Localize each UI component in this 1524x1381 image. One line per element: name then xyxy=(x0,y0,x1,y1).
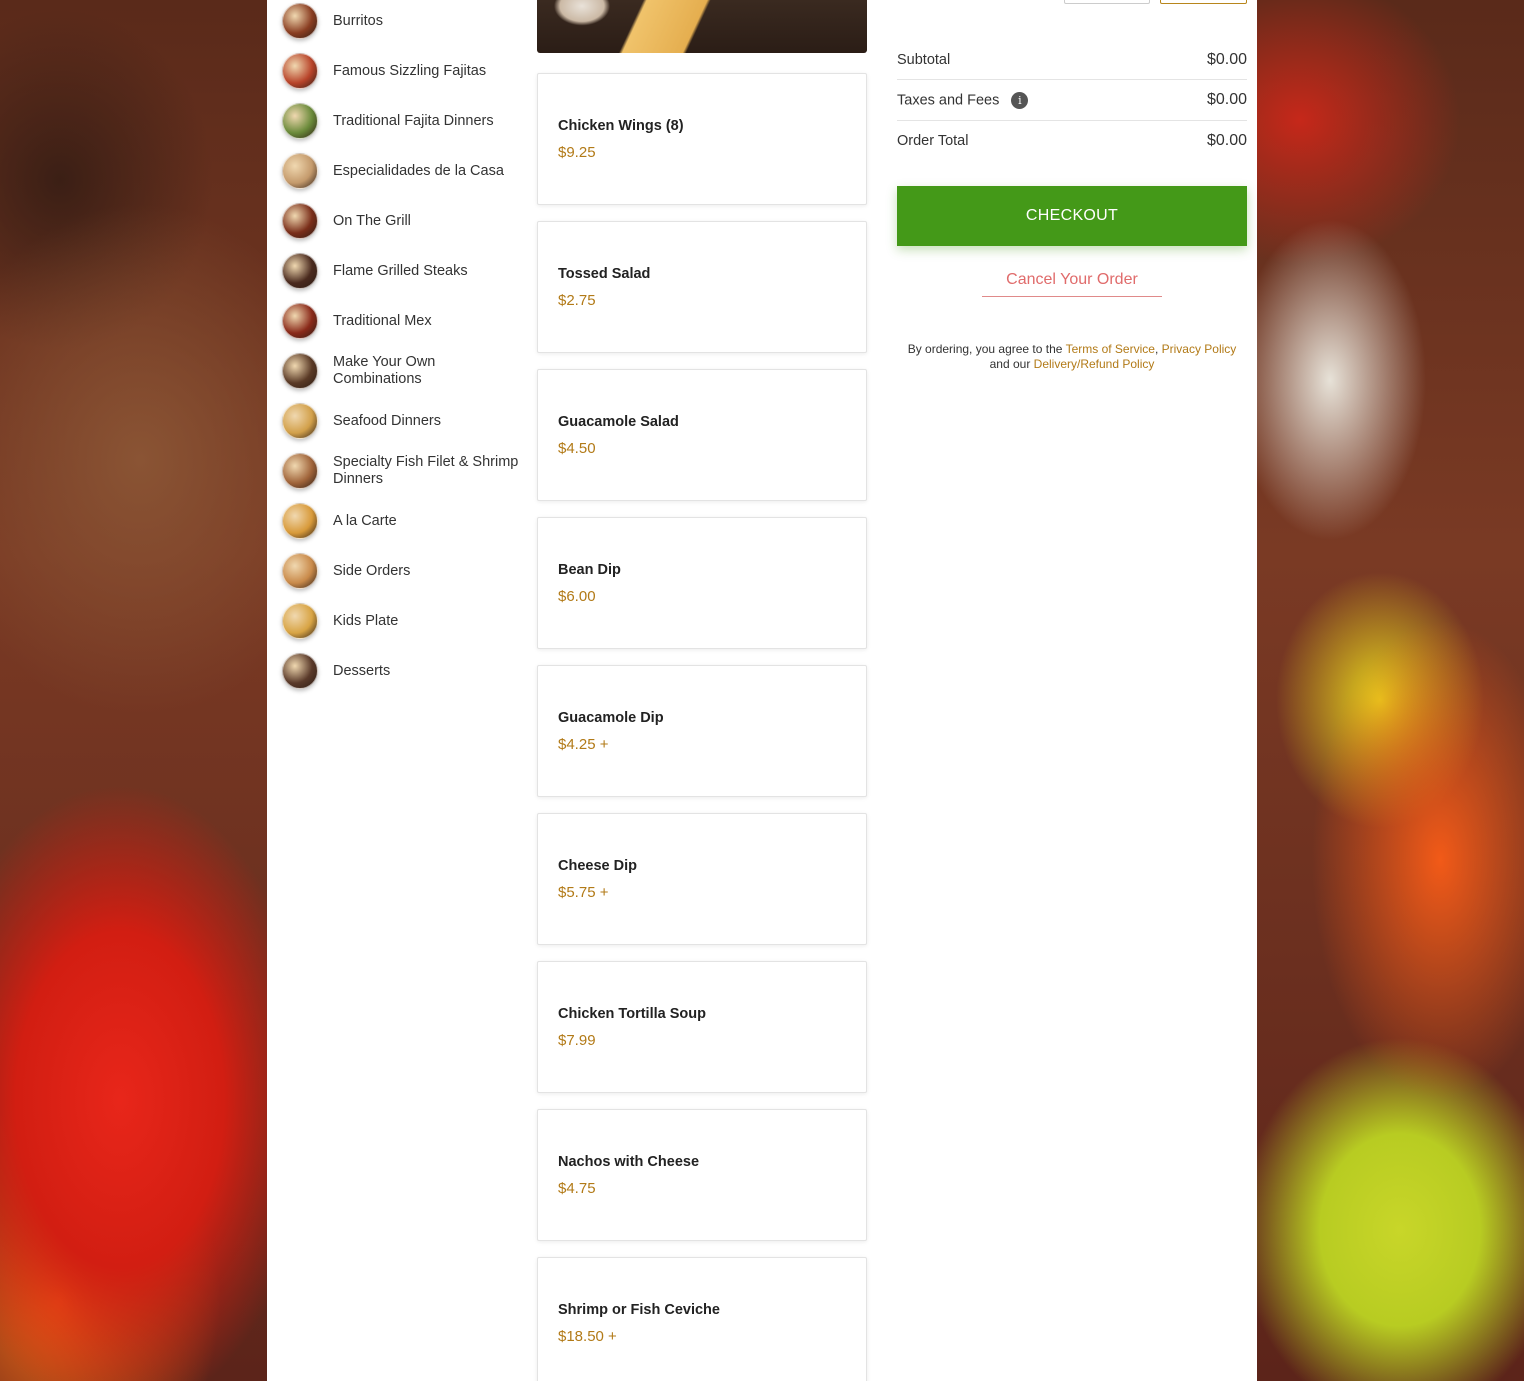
category-label: Seafood Dinners xyxy=(333,412,442,429)
menu-item-name: Chicken Wings (8) xyxy=(558,118,684,134)
terms-of-service-link[interactable]: Terms of Service xyxy=(1066,342,1155,356)
category-label: Especialidades de la Casa xyxy=(333,162,504,179)
category-label: Make Your Own Combinations xyxy=(333,354,436,387)
category-item[interactable]: Especialidades de la Casa xyxy=(281,146,521,196)
menu-item-name: Shrimp or Fish Ceviche xyxy=(558,1302,720,1318)
category-label: On The Grill xyxy=(333,212,411,229)
category-item[interactable]: Seafood Dinners xyxy=(281,396,521,446)
menu-item-name: Bean Dip xyxy=(558,562,621,578)
menu-item-card[interactable]: Nachos with Cheese $4.75 xyxy=(537,1109,867,1241)
subtotal-label: Subtotal xyxy=(897,52,951,68)
menu-item-name: Guacamole Dip xyxy=(558,710,664,726)
category-item[interactable]: Traditional Fajita Dinners xyxy=(281,96,521,146)
category-thumbnail xyxy=(282,153,318,189)
category-label: Kids Plate xyxy=(333,612,399,629)
category-label: Specialty Fish Filet & Shrimp Dinners xyxy=(333,454,519,487)
menu-item-price: $7.99 xyxy=(558,1032,596,1049)
category-label: Side Orders xyxy=(333,562,411,579)
menu-item-name: Cheese Dip xyxy=(558,858,637,874)
menu-item-card[interactable]: Shrimp or Fish Ceviche $18.50 + xyxy=(537,1257,867,1381)
menu-item-price: $18.50 + xyxy=(558,1328,617,1345)
category-item[interactable]: Traditional Mex xyxy=(281,296,521,346)
menu-item-card[interactable]: Bean Dip $6.00 xyxy=(537,517,867,649)
order-total-value: $0.00 xyxy=(1206,132,1247,149)
taxes-label: Taxes and Fees xyxy=(897,91,1000,108)
menu-item-price: $4.75 xyxy=(558,1180,596,1197)
category-thumbnail xyxy=(282,203,318,239)
menu-item-name: Tossed Salad xyxy=(558,266,651,282)
category-label: Famous Sizzling Fajitas xyxy=(333,62,487,79)
cancel-order-link[interactable]: Cancel Your Order xyxy=(982,271,1162,297)
legal-prefix: By ordering, you agree to the xyxy=(907,342,1066,356)
category-thumbnail xyxy=(282,3,318,39)
legal-separator: and our xyxy=(989,357,1034,371)
category-item[interactable]: Famous Sizzling Fajitas xyxy=(281,46,521,96)
category-thumbnail xyxy=(282,603,318,639)
menu-item-name: Guacamole Salad xyxy=(558,414,679,430)
category-thumbnail xyxy=(282,453,318,489)
category-label: A la Carte xyxy=(333,512,397,529)
category-label: Traditional Mex xyxy=(333,312,432,329)
menu-item-price: $4.50 xyxy=(558,440,596,457)
category-thumbnail xyxy=(282,403,318,439)
category-item[interactable]: Side Orders xyxy=(281,546,521,596)
menu-item-card[interactable]: Chicken Tortilla Soup $7.99 xyxy=(537,961,867,1093)
order-total-row: Order Total $0.00 xyxy=(897,121,1247,161)
subtotal-row: Subtotal $0.00 xyxy=(897,40,1247,80)
category-item[interactable]: Make Your Own Combinations xyxy=(281,346,521,396)
category-thumbnail xyxy=(282,253,318,289)
category-thumbnail xyxy=(282,53,318,89)
menu-item-card[interactable]: Guacamole Salad $4.50 xyxy=(537,369,867,501)
refund-policy-link[interactable]: Delivery/Refund Policy xyxy=(1034,357,1155,371)
info-icon[interactable]: i xyxy=(1011,91,1029,109)
category-label: Desserts xyxy=(333,662,391,679)
legal-notice: By ordering, you agree to the Terms of S… xyxy=(897,342,1247,372)
menu-section-hero-image xyxy=(537,0,867,53)
category-label: Burritos xyxy=(333,12,383,29)
menu-item-price: $5.75 + xyxy=(558,884,609,901)
category-thumbnail xyxy=(282,303,318,339)
menu-item-price: $2.75 xyxy=(558,292,596,309)
menu-item-price: $4.25 + xyxy=(558,736,609,753)
category-thumbnail xyxy=(282,353,318,389)
menu-item-card[interactable]: Cheese Dip $5.75 + xyxy=(537,813,867,945)
category-thumbnail xyxy=(282,653,318,689)
category-thumbnail xyxy=(282,103,318,139)
checkout-button[interactable]: CHECKOUT xyxy=(897,186,1247,246)
order-type-toggle[interactable] xyxy=(1064,0,1150,4)
category-label: Traditional Fajita Dinners xyxy=(333,112,494,129)
menu-item-name: Nachos with Cheese xyxy=(558,1154,700,1170)
category-thumbnail xyxy=(282,553,318,589)
category-item[interactable]: Burritos xyxy=(281,0,521,46)
category-item[interactable]: Specialty Fish Filet & Shrimp Dinners xyxy=(281,446,521,496)
menu-item-card[interactable]: Chicken Wings (8) $9.25 xyxy=(537,73,867,205)
category-item[interactable]: A la Carte xyxy=(281,496,521,546)
legal-separator: , xyxy=(1154,342,1162,356)
menu-item-card[interactable]: Guacamole Dip $4.25 + xyxy=(537,665,867,797)
category-item[interactable]: On The Grill xyxy=(281,196,521,246)
category-label: Flame Grilled Steaks xyxy=(333,262,468,279)
ordering-panel: Burritos Famous Sizzling Fajitas Tradition… xyxy=(267,0,1257,1381)
privacy-policy-link[interactable]: Privacy Policy xyxy=(1162,342,1237,356)
menu-item-price: $6.00 xyxy=(558,588,596,605)
category-item[interactable]: Kids Plate xyxy=(281,596,521,646)
taxes-value: $0.00 xyxy=(1206,91,1247,108)
taxes-row: Taxes and Fees i $0.00 xyxy=(897,80,1247,120)
category-item[interactable]: Desserts xyxy=(281,646,521,696)
menu-item-name: Chicken Tortilla Soup xyxy=(558,1006,706,1022)
order-time-button[interactable] xyxy=(1160,0,1247,4)
order-total-label: Order Total xyxy=(897,133,969,149)
taxes-label-group: Taxes and Fees i xyxy=(897,91,1029,109)
category-item[interactable]: Flame Grilled Steaks xyxy=(281,246,521,296)
category-thumbnail xyxy=(282,503,318,539)
menu-item-price: $9.25 xyxy=(558,144,596,161)
subtotal-value: $0.00 xyxy=(1206,51,1247,68)
menu-item-card[interactable]: Tossed Salad $2.75 xyxy=(537,221,867,353)
